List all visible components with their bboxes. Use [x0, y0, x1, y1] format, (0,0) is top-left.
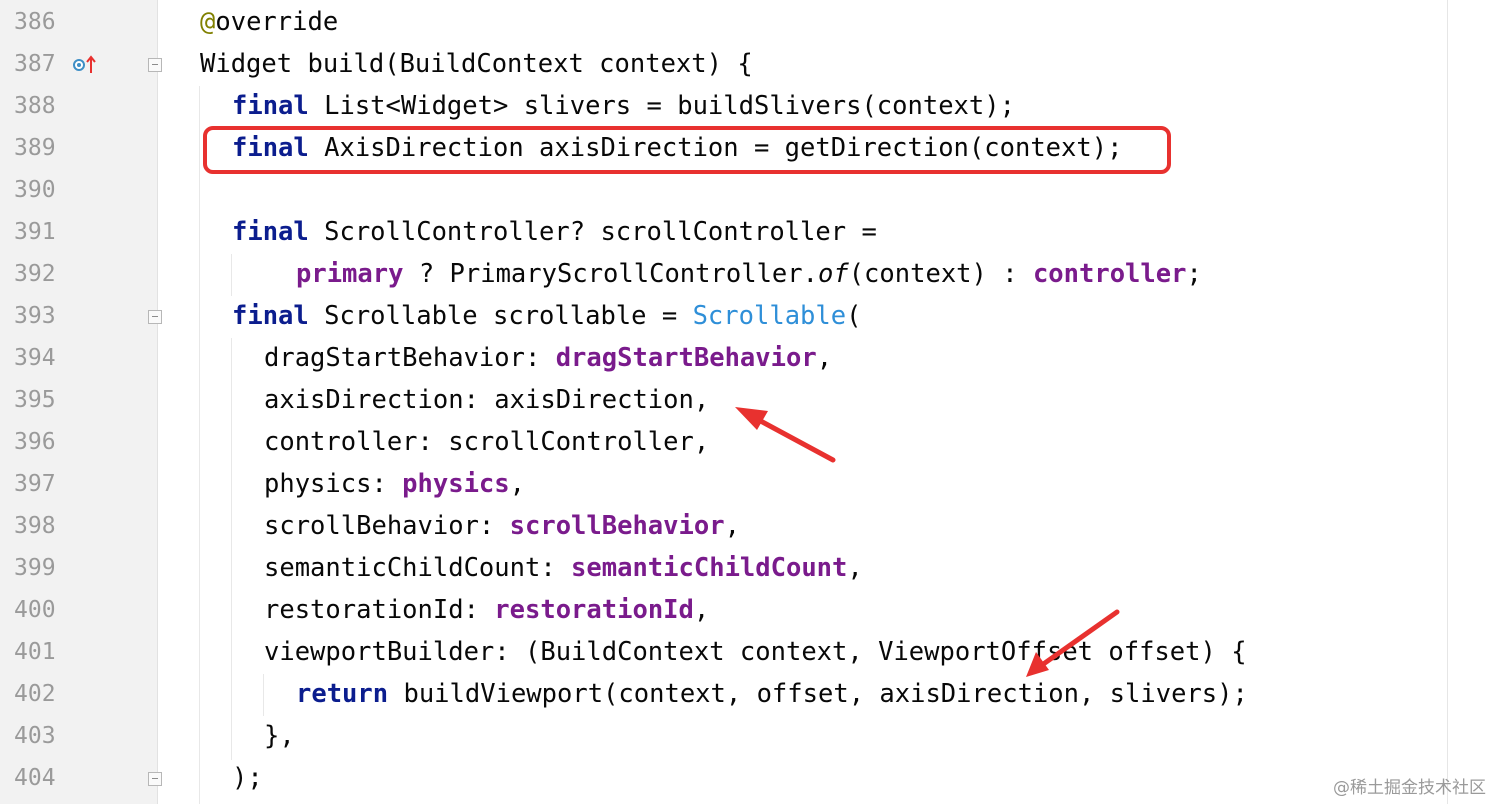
arrow-to-viewport-axisdirection — [1026, 609, 1120, 677]
arrow-to-axisdirection-param — [735, 407, 836, 463]
annotation-arrows — [735, 407, 1120, 677]
watermark: @稀土掘金技术社区 — [1333, 778, 1486, 798]
